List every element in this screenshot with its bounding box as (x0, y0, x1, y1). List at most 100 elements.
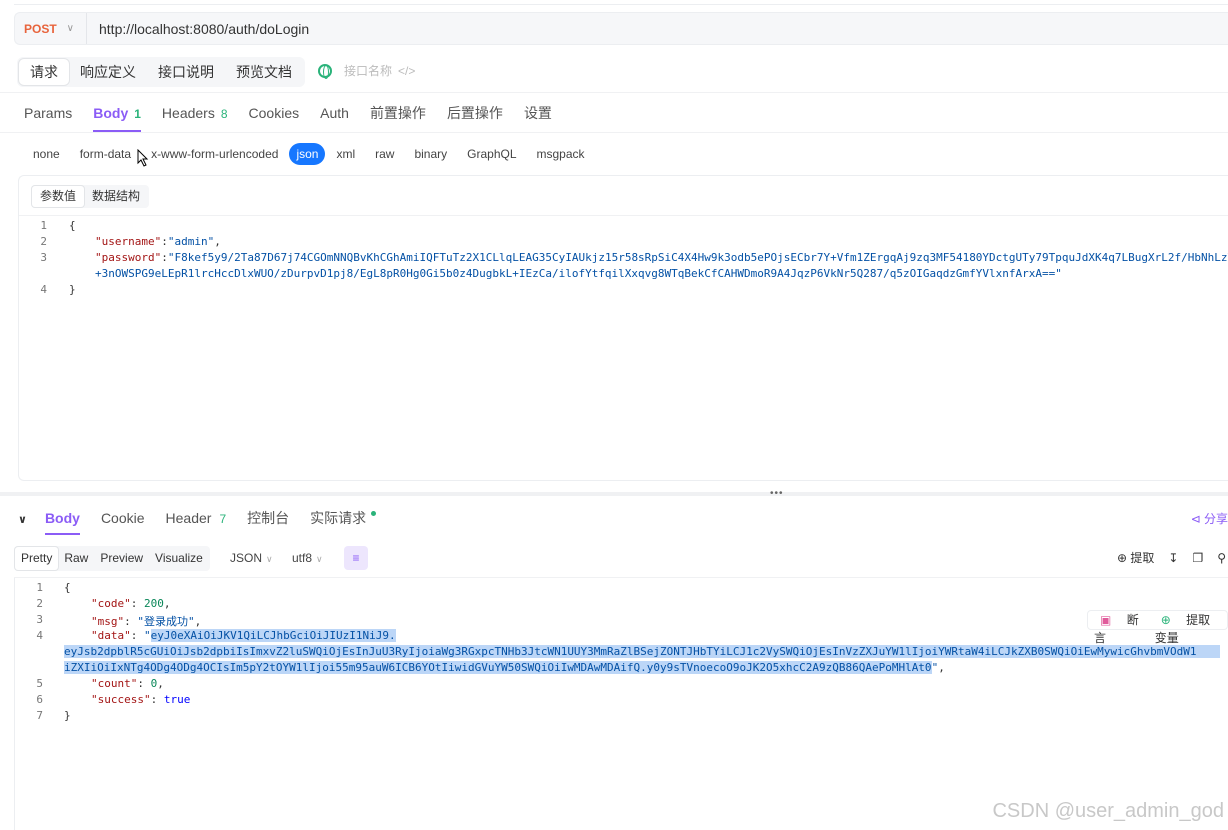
count-badge: 1 (134, 107, 141, 121)
tab-pre-operations[interactable]: 前置操作 (370, 100, 426, 130)
tab-label: 设置 (523, 105, 552, 121)
url-input[interactable]: http://localhost:8080/auth/doLogin (87, 21, 309, 37)
tab-raw[interactable]: Raw (58, 547, 94, 570)
tab-visualize[interactable]: Visualize (149, 547, 209, 570)
share-label: 分享 (1203, 512, 1228, 526)
url-bar[interactable]: POST ∨ http://localhost:8080/auth/doLogi… (14, 12, 1228, 45)
code-line: "username":"admin", (95, 235, 221, 248)
extract-button[interactable]: ⊕ 提取 (1117, 549, 1154, 566)
wrap-icon: ≡ (352, 551, 360, 565)
assert-button[interactable]: ▣ 断言 (1088, 611, 1149, 645)
tab-request[interactable]: 请求 (19, 59, 69, 85)
encoding-value: utf8 (292, 551, 313, 565)
line-number: 3 (40, 251, 47, 264)
body-type-raw[interactable]: raw (366, 143, 403, 165)
chevron-down-icon: ∨ (266, 554, 273, 564)
assert-icon: ▣ (1100, 613, 1112, 627)
tab-pretty[interactable]: Pretty (15, 547, 59, 570)
tab-label: Body (44, 510, 80, 526)
json-number: 200 (144, 597, 164, 610)
json-string-selected: eyJ0eXAiOiJKV1QiLCJhbGciOiJIUzI1NiJ9. (150, 629, 396, 642)
assert-popover: ▣ 断言 ⊕ 提取变量 (1087, 610, 1228, 645)
tab-preview-doc[interactable]: 预览文档 (225, 59, 303, 85)
tab-console[interactable]: 控制台 (247, 505, 289, 533)
tab-settings[interactable]: 设置 (524, 100, 552, 130)
line-number: 4 (36, 629, 43, 642)
encoding-select[interactable]: utf8 ∨ (292, 551, 323, 565)
search-icon[interactable]: ⚲ (1217, 551, 1226, 565)
json-string: "F8kef5y9/2Ta87D67j74CGOmNNQBvKhCGhAmiIQ… (167, 251, 1228, 264)
tab-api-description[interactable]: 接口说明 (147, 59, 225, 85)
tab-label: Body (93, 105, 129, 121)
body-type-selector: none form-data x-www-form-urlencoded jso… (24, 143, 596, 165)
code-line: { (64, 581, 71, 594)
body-type-form-data[interactable]: form-data (71, 143, 140, 165)
status-dot (371, 511, 377, 516)
json-string: +3nOWSPG9eLEpR1lrcHccDlxWUO/zDurpvD1pj8/… (95, 267, 1062, 280)
tab-response-body[interactable]: Body (44, 505, 80, 535)
json-key: "msg" (91, 615, 125, 628)
tab-label: Header (165, 510, 212, 526)
tab-auth[interactable]: Auth (320, 100, 349, 130)
line-number: 1 (40, 219, 47, 232)
tab-headers[interactable]: Headers 8 (162, 100, 228, 130)
body-type-xml[interactable]: xml (327, 143, 364, 165)
response-body-viewer[interactable]: 1 2 3 4 5 6 7 { "code": 200, "msg": "登录成… (14, 578, 1228, 830)
copy-icon[interactable]: ❐ (1192, 551, 1203, 565)
extract-variable-button[interactable]: ⊕ 提取变量 (1149, 611, 1227, 645)
extract-icon: ⊕ (1116, 551, 1128, 565)
download-icon[interactable]: ↧ (1168, 551, 1178, 565)
code-line: "password":"F8kef5y9/2Ta87D67j74CGOmNNQB… (95, 251, 1228, 264)
view-tabs: Pretty Raw Preview Visualize (14, 546, 210, 571)
body-type-none[interactable]: none (24, 143, 69, 165)
tab-label: Headers (161, 105, 215, 121)
code-line: +3nOWSPG9eLEpR1lrcHccDlxWUO/zDurpvD1pj8/… (95, 267, 1228, 280)
code-line: { (69, 219, 76, 232)
json-string-selected: eyJsb2dpblR5cGUiOiJsb2dpbiIsImxvZ2luSWQi… (64, 645, 1197, 658)
tab-data-structure[interactable]: 数据结构 (84, 186, 148, 207)
body-type-msgpack[interactable]: msgpack (528, 143, 594, 165)
param-tabs: Params Body 1 Headers 8 Cookies Auth 前置操作 … (24, 100, 573, 132)
tab-response-header[interactable]: Header 7 (166, 505, 227, 533)
tab-actual-request[interactable]: 实际请求 (310, 505, 377, 533)
tab-label: 实际请求 (310, 510, 367, 526)
wrap-lines-button[interactable]: ≡ (344, 546, 368, 570)
body-type-urlencoded[interactable]: x-www-form-urlencoded (142, 143, 287, 165)
divider (0, 92, 1228, 93)
editor-tabs: 参数值 数据结构 (31, 185, 150, 208)
panel-resizer[interactable] (0, 492, 1228, 496)
tab-preview[interactable]: Preview (94, 547, 149, 570)
api-name-field[interactable]: 接口名称 </> (318, 62, 415, 79)
method-select[interactable]: POST ∨ (15, 13, 87, 44)
line-number: 5 (36, 677, 43, 690)
code-icon: </> (398, 63, 416, 78)
tab-params[interactable]: Params (24, 100, 72, 130)
body-type-json[interactable]: json (289, 143, 326, 165)
tab-cookies[interactable]: Cookies (249, 100, 300, 130)
resize-handle-icon[interactable]: ••• (770, 488, 784, 499)
chevron-down-icon[interactable]: ∨ (18, 513, 27, 526)
share-icon: ⊲ (1190, 512, 1204, 526)
share-button[interactable]: ⊲ 分享 (1191, 510, 1228, 527)
line-number: 4 (40, 283, 47, 296)
tab-body[interactable]: Body 1 (93, 100, 141, 132)
code-line: eyJsb2dpblR5cGUiOiJsb2dpbiIsImxvZ2luSWQi… (64, 645, 1220, 658)
body-type-binary[interactable]: binary (405, 143, 456, 165)
tab-param-values[interactable]: 参数值 (32, 186, 85, 207)
json-string: " (144, 629, 151, 642)
top-border (14, 0, 1228, 5)
tab-response-cookie[interactable]: Cookie (101, 505, 145, 533)
tab-post-operations[interactable]: 后置操作 (447, 100, 503, 130)
body-type-graphql[interactable]: GraphQL (458, 143, 525, 165)
response-tabs: ∨ Body Cookie Header 7 控制台 实际请求 (18, 505, 397, 535)
json-key: "count" (91, 677, 138, 690)
line-number: 6 (36, 693, 43, 706)
format-select[interactable]: JSON ∨ (230, 551, 273, 565)
json-key: "username" (95, 235, 162, 248)
request-body-editor[interactable]: 参数值 数据结构 1 2 3 4 { "username":"admin", "… (18, 175, 1228, 481)
tab-response-definition[interactable]: 响应定义 (69, 59, 147, 85)
code-line: "success": true (91, 693, 191, 706)
line-number: 2 (40, 235, 47, 248)
format-value: JSON (230, 551, 263, 565)
json-boolean: true (163, 693, 191, 706)
